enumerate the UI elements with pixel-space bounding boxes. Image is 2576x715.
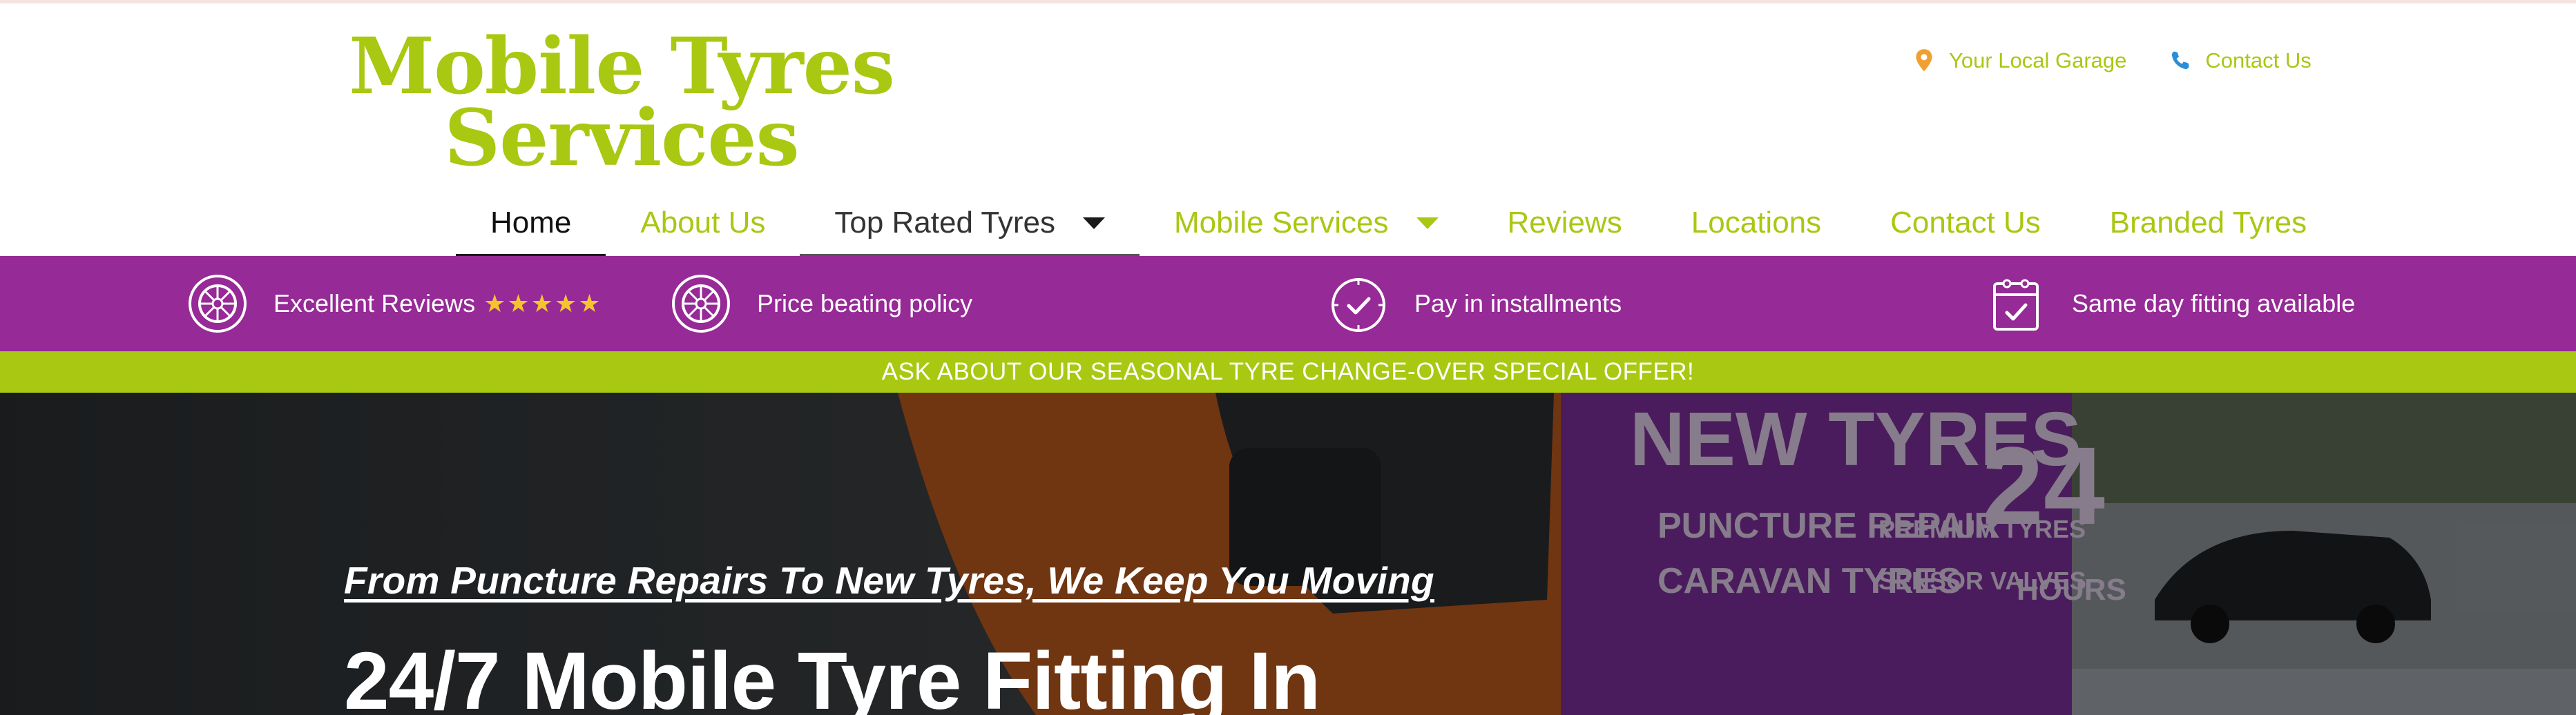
hero-subtitle: From Puncture Repairs To New Tyres, We K… xyxy=(344,559,1434,602)
chevron-down-icon[interactable] xyxy=(1082,217,1105,229)
map-pin-icon xyxy=(1916,49,1932,72)
nav-item-label: About Us xyxy=(640,206,766,239)
feature-price-beating: Price beating policy xyxy=(670,256,972,351)
nav-item-branded-tyres[interactable]: Branded Tyres xyxy=(2075,186,2341,259)
calendar-check-icon xyxy=(1993,279,2039,331)
feature-excellent-reviews: Excellent Reviews ★★★★★ xyxy=(186,256,602,351)
clock-check-icon xyxy=(1332,278,1385,332)
nav-item-label: Mobile Services xyxy=(1173,206,1389,239)
nav-item-label: Contact Us xyxy=(1890,206,2041,239)
nav-item-reviews[interactable]: Reviews xyxy=(1473,186,1657,259)
chevron-down-icon[interactable] xyxy=(1416,217,1439,229)
site-header: Mobile Tyres Services Your Local Garage … xyxy=(0,3,2576,259)
nav-item-top-rated-tyres[interactable]: Top Rated Tyres xyxy=(800,186,1140,259)
tyre-icon xyxy=(189,275,247,333)
header-top-links: Your Local Garage Contact Us xyxy=(1913,43,2311,78)
your-local-garage-label: Your Local Garage xyxy=(1949,48,2127,72)
promo-text: ASK ABOUT OUR SEASONAL TYRE CHANGE-OVER … xyxy=(881,358,1695,385)
feature-same-day-fitting: Same day fitting available xyxy=(1985,256,2355,351)
your-local-garage-link[interactable]: Your Local Garage xyxy=(1913,48,2126,73)
feature-label: Excellent Reviews xyxy=(273,289,476,317)
nav-item-label: Home xyxy=(490,206,572,239)
nav-item-about-us[interactable]: About Us xyxy=(606,186,800,259)
logo-line-2: Services xyxy=(444,93,799,184)
site-logo[interactable]: Mobile Tyres Services xyxy=(325,21,919,184)
logo-line-1: Mobile Tyres xyxy=(349,21,895,112)
hero-section: NEW TYRES PUNCTURE REPAIR PREMIUM TYRES … xyxy=(0,393,2576,715)
contact-us-top-link[interactable]: Contact Us xyxy=(2169,48,2311,73)
nav-item-label: Branded Tyres xyxy=(2109,206,2307,239)
feature-label: Same day fitting available xyxy=(2072,289,2356,317)
hero-title: 24/7 Mobile Tyre Fitting In xyxy=(344,636,1320,715)
feature-label: Price beating policy xyxy=(757,289,973,317)
rating-stars: ★★★★★ xyxy=(483,289,602,317)
feature-pay-installments: Pay in installments xyxy=(1327,256,1622,351)
nav-item-home[interactable]: Home xyxy=(456,186,606,259)
nav-item-label: Top Rated Tyres xyxy=(834,206,1055,239)
contact-us-top-label: Contact Us xyxy=(2205,48,2311,72)
tyre-icon xyxy=(672,275,730,333)
nav-item-locations[interactable]: Locations xyxy=(1657,186,1856,259)
nav-item-contact-us[interactable]: Contact Us xyxy=(1856,186,2075,259)
features-bar: Excellent Reviews ★★★★★ Price beating po… xyxy=(0,256,2576,351)
feature-label: Pay in installments xyxy=(1414,289,1622,317)
nav-item-label: Locations xyxy=(1691,206,1822,239)
phone-icon xyxy=(2172,51,2190,70)
nav-item-label: Reviews xyxy=(1507,206,1622,239)
main-nav: Home About Us Top Rated Tyres Mobile Ser… xyxy=(456,186,2341,259)
nav-item-mobile-services[interactable]: Mobile Services xyxy=(1140,186,1473,259)
promo-banner[interactable]: ASK ABOUT OUR SEASONAL TYRE CHANGE-OVER … xyxy=(0,351,2576,393)
